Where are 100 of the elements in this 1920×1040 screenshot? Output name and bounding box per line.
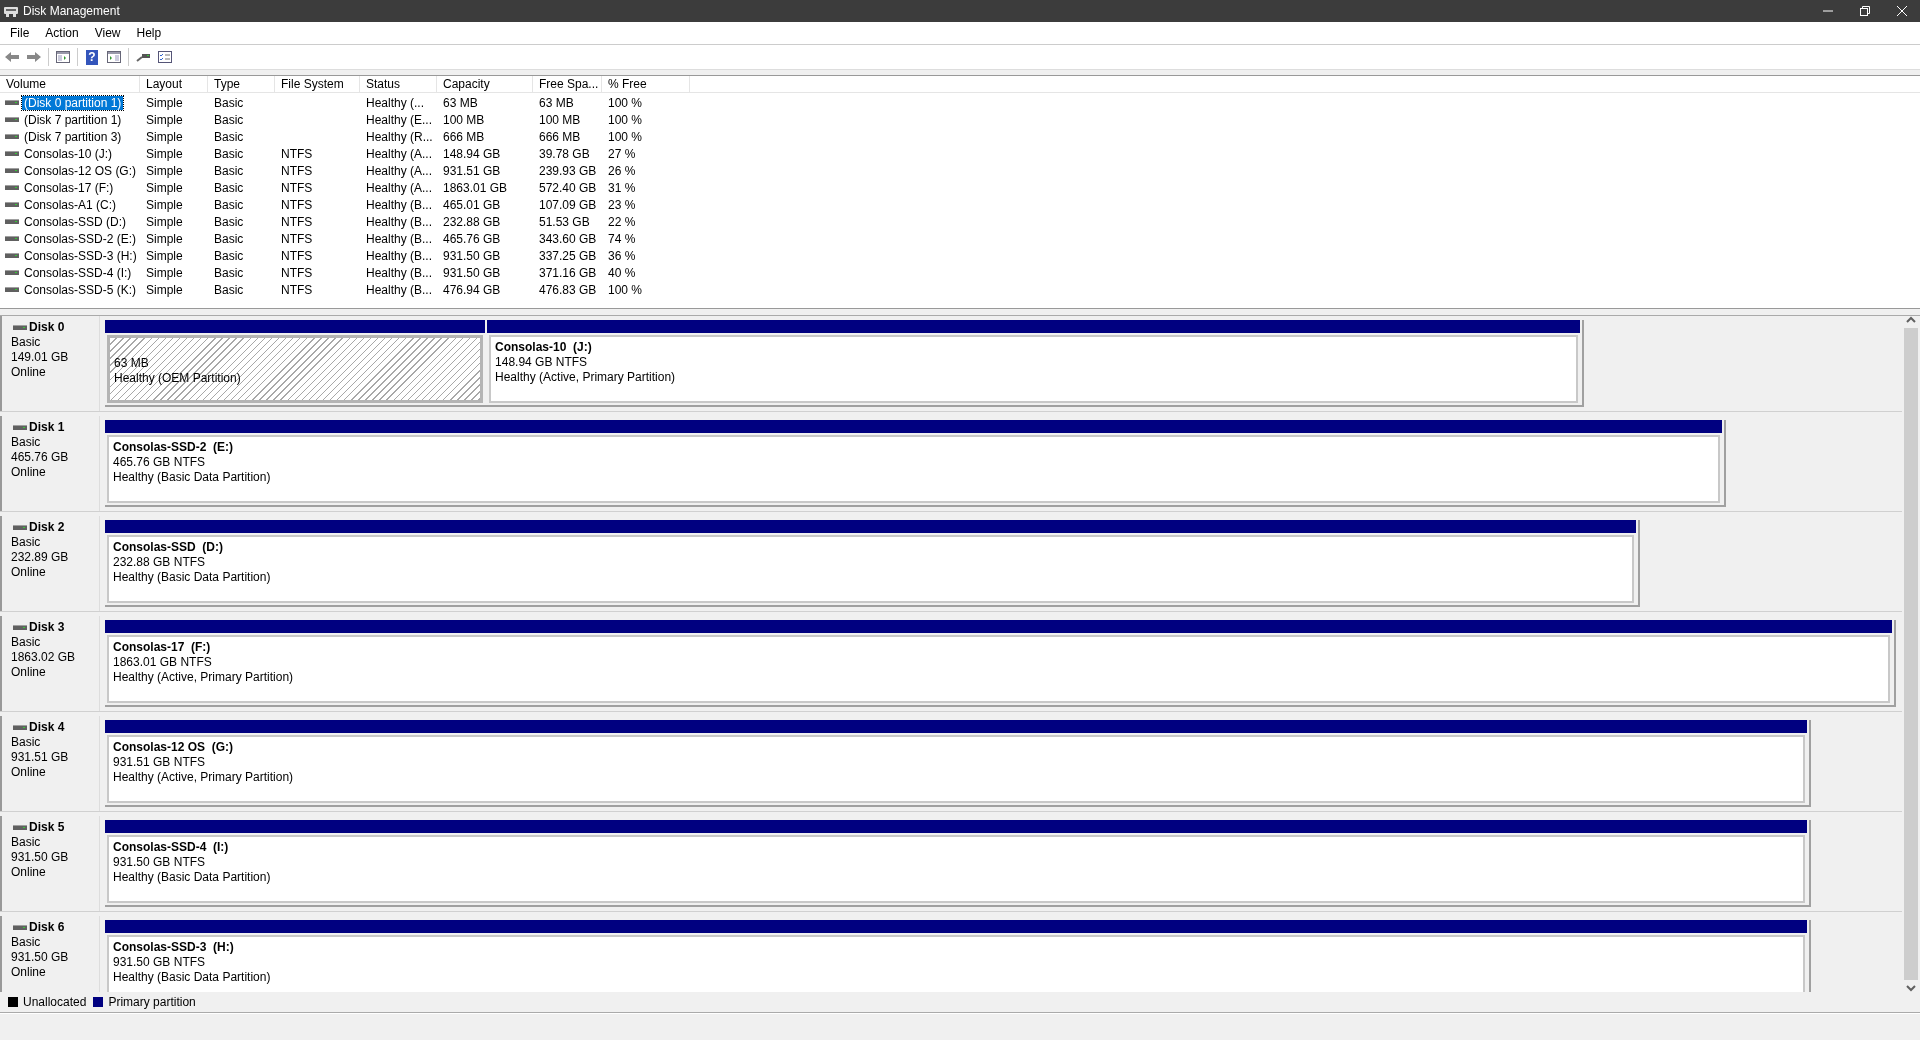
table-cell: 343.60 GB [539, 231, 597, 246]
scrollbar[interactable] [1902, 316, 1920, 992]
column-header[interactable]: File System [275, 76, 360, 92]
partition-label: Consolas-SSD (D:) [113, 540, 224, 555]
partition-block[interactable]: Consolas-SSD-4 (I:) 931.50 GB NTFS Healthy (Basic Data Partition) [107, 835, 1805, 903]
partition-status: Healthy (Basic Data Partition) [113, 470, 272, 485]
partition-label: Consolas-SSD-4 (I:) [113, 840, 230, 855]
table-cell: Basic [214, 163, 244, 178]
volume-name[interactable]: Consolas-SSD-2 (E:) [22, 231, 139, 246]
disk-size: 931.51 GB [11, 750, 70, 765]
column-header[interactable]: Status [360, 76, 437, 92]
volume-name[interactable]: Consolas-10 (J:) [22, 146, 115, 161]
partition-block[interactable]: 63 MB Healthy (OEM Partition) [107, 335, 484, 403]
partition-block[interactable]: Consolas-12 OS (G:) 931.51 GB NTFS Healthy (Active, Primary Partition) [107, 735, 1805, 803]
forward-arrow-icon[interactable] [26, 49, 42, 65]
table-cell: NTFS [281, 231, 313, 246]
volume-name[interactable]: (Disk 0 partition 1) [22, 95, 124, 110]
table-cell: Simple [146, 231, 183, 246]
partition-status: Healthy (Active, Primary Partition) [113, 670, 295, 685]
partition-block[interactable]: Consolas-10 (J:) 148.94 GB NTFS Healthy (Active, Primary Partition) [489, 335, 1578, 403]
partition-block[interactable]: Consolas-SSD-2 (E:) 465.76 GB NTFS Healthy (Basic Data Partition) [107, 435, 1720, 503]
menu-item[interactable]: Help [128, 24, 170, 42]
menu-item[interactable]: File [2, 24, 38, 42]
disk-size: 931.50 GB [11, 950, 70, 965]
volume-name[interactable]: Consolas-SSD-5 (K:) [22, 282, 139, 297]
table-cell: Simple [146, 214, 183, 229]
table-cell: NTFS [281, 146, 313, 161]
column-header[interactable]: Type [208, 76, 275, 92]
table-cell: Healthy (B... [366, 197, 433, 212]
help-icon[interactable]: ? [86, 49, 98, 65]
column-header[interactable]: Layout [140, 76, 208, 92]
column-header[interactable]: Free Spa... [533, 76, 602, 92]
menu-item[interactable]: Action [37, 24, 87, 42]
disk-type: Basic [11, 835, 42, 850]
table-cell: 100 MB [539, 112, 581, 127]
partition-size: 63 MB [114, 356, 150, 371]
partition-size: 465.76 GB NTFS [113, 455, 207, 470]
table-cell: Basic [214, 248, 244, 263]
table-cell: Basic [214, 282, 244, 297]
disk-info-panel[interactable]: Disk 4 Basic 931.51 GB Online [0, 716, 100, 811]
drive-icon [5, 183, 19, 192]
table-cell: 371.16 GB [539, 265, 597, 280]
table-cell: Healthy (E... [366, 112, 433, 127]
partition-block[interactable]: Consolas-SSD-3 (H:) 931.50 GB NTFS Healthy (Basic Data Partition) [107, 935, 1805, 992]
table-cell: 31 % [608, 180, 636, 195]
table-cell: 100 MB [443, 112, 485, 127]
disk-info-panel[interactable]: Disk 5 Basic 931.50 GB Online [0, 816, 100, 911]
table-cell: NTFS [281, 197, 313, 212]
volume-name[interactable]: (Disk 7 partition 3) [22, 129, 124, 144]
disk-info-panel[interactable]: Disk 0 Basic 149.01 GB Online [0, 316, 100, 411]
restore-icon[interactable] [1859, 6, 1870, 16]
drive-icon [5, 285, 19, 294]
volume-name[interactable]: (Disk 7 partition 1) [22, 112, 124, 127]
disk-size: 931.50 GB [11, 850, 70, 865]
drive-icon [5, 200, 19, 209]
volume-name[interactable]: Consolas-SSD-4 (I:) [22, 265, 134, 280]
disk-info-panel[interactable]: Disk 6 Basic 931.50 GB Online [0, 916, 100, 992]
close-icon[interactable] [1896, 6, 1907, 16]
panel-icon[interactable] [106, 49, 122, 65]
partition-label: Consolas-12 OS (G:) [113, 740, 235, 755]
volume-name[interactable]: Consolas-17 (F:) [22, 180, 116, 195]
table-cell: 465.76 GB [443, 231, 501, 246]
table-cell: Healthy (B... [366, 282, 433, 297]
table-cell: NTFS [281, 248, 313, 263]
partition-block[interactable]: Consolas-SSD (D:) 232.88 GB NTFS Healthy (Basic Data Partition) [107, 535, 1634, 603]
disk-info-panel[interactable]: Disk 1 Basic 465.76 GB Online [0, 416, 100, 511]
drive-icon [13, 323, 27, 332]
disk-info-panel[interactable]: Disk 2 Basic 232.89 GB Online [0, 516, 100, 611]
table-cell: Basic [214, 112, 244, 127]
table-cell: Healthy (R... [366, 129, 433, 144]
table-cell: 23 % [608, 197, 636, 212]
checklist-icon[interactable] [157, 49, 173, 65]
column-header[interactable]: Volume [0, 76, 140, 92]
menu-item[interactable]: View [86, 24, 129, 42]
volume-name[interactable]: Consolas-SSD-3 (H:) [22, 248, 139, 263]
drive-icon [13, 723, 27, 732]
table-cell: Simple [146, 197, 183, 212]
table-cell: Simple [146, 146, 183, 161]
volume-name[interactable]: Consolas-SSD (D:) [22, 214, 129, 229]
partition-status: Healthy (Basic Data Partition) [113, 570, 272, 585]
scrollbar-thumb[interactable] [1904, 328, 1918, 980]
table-cell: Healthy (A... [366, 163, 433, 178]
column-header[interactable]: % Free [602, 76, 690, 92]
volume-name[interactable]: Consolas-12 OS (G:) [22, 163, 139, 178]
volume-name[interactable]: Consolas-A1 (C:) [22, 197, 119, 212]
table-cell: Simple [146, 129, 183, 144]
disk-info-panel[interactable]: Disk 3 Basic 1863.02 GB Online [0, 616, 100, 711]
partition-size: 931.51 GB NTFS [113, 755, 207, 770]
panel-icon[interactable] [55, 49, 71, 65]
drive-icon [5, 115, 19, 124]
drive-icon [13, 423, 27, 432]
column-header[interactable]: Capacity [437, 76, 533, 92]
table-cell: 63 MB [443, 95, 478, 110]
back-arrow-icon[interactable] [4, 49, 20, 65]
partition-block[interactable]: Consolas-17 (F:) 1863.01 GB NTFS Healthy (Active, Primary Partition) [107, 635, 1890, 703]
drive-icon [13, 923, 27, 932]
table-cell: Basic [214, 214, 244, 229]
table-cell: Basic [214, 265, 244, 280]
table-cell: Healthy (B... [366, 248, 433, 263]
table-cell: 27 % [608, 146, 636, 161]
